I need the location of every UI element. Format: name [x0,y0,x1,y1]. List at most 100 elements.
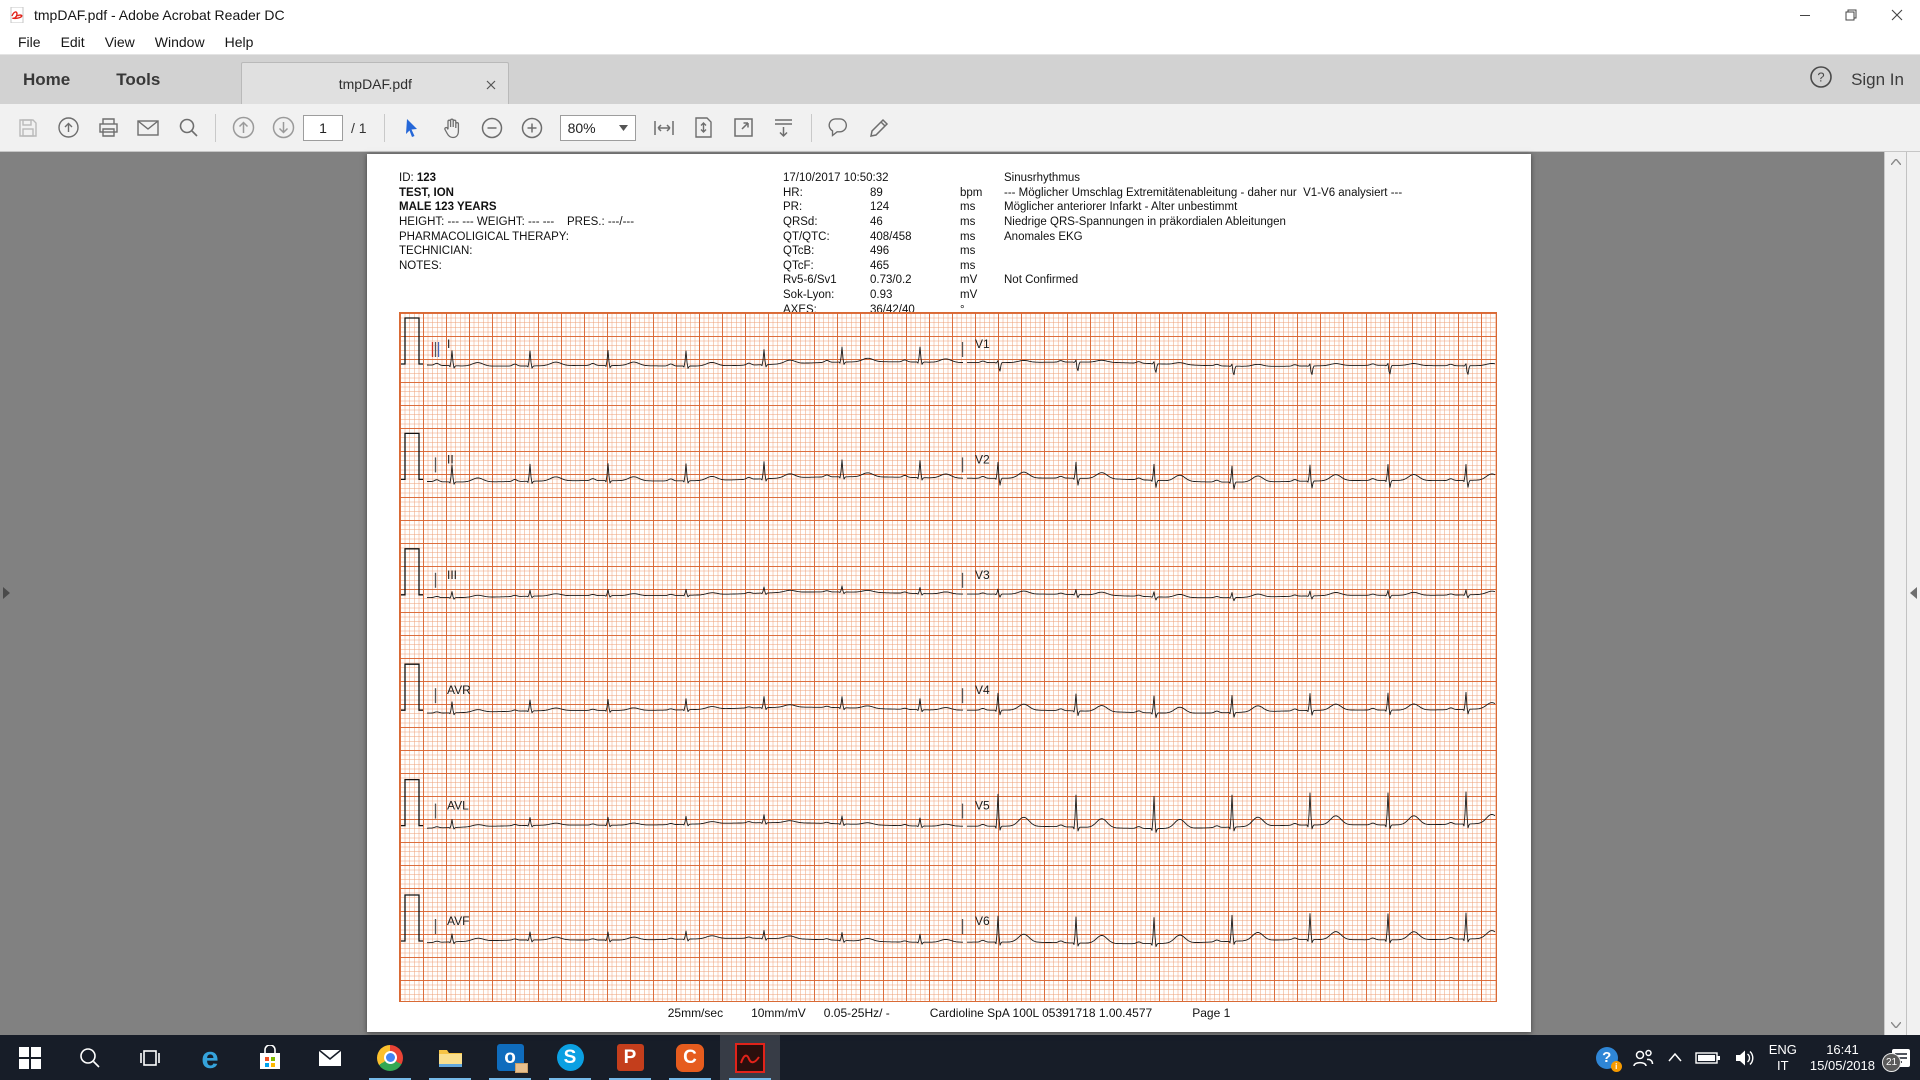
windows-logo-icon [19,1047,41,1069]
capture-app-icon: C [676,1044,704,1072]
restore-button[interactable] [1828,0,1874,29]
window-title: tmpDAF.pdf - Adobe Acrobat Reader DC [34,7,285,23]
tab-close-icon[interactable] [486,77,496,93]
scroll-down-icon[interactable] [1885,1015,1907,1035]
tab-tools[interactable]: Tools [93,55,183,104]
file-explorer-icon [437,1044,464,1071]
comment-button[interactable] [819,110,859,146]
tab-home[interactable]: Home [0,55,93,104]
lead-label: I [447,337,450,351]
language-secondary: IT [1769,1058,1797,1074]
lead-label: III [447,568,457,582]
fullscreen-button[interactable] [724,110,764,146]
tray-volume-icon[interactable] [1734,1049,1756,1067]
acquisition-datetime: 17/10/2017 10:50:32 [783,171,1003,186]
taskbar-powerpoint[interactable]: P [600,1035,660,1080]
tray-people-icon[interactable] [1631,1046,1655,1070]
taskbar-store[interactable] [240,1035,300,1080]
menu-view[interactable]: View [95,31,145,53]
menu-file[interactable]: File [8,31,51,53]
hand-tool-button[interactable] [432,110,472,146]
measurement-row: QRSd:46ms [783,215,1003,230]
notification-count-badge: 21 [1882,1053,1901,1072]
tray-chevron-up-icon[interactable] [1668,1053,1682,1062]
language-primary: ENG [1769,1042,1797,1058]
taskbar-chrome[interactable] [360,1035,420,1080]
next-page-button[interactable] [263,110,303,146]
taskbar-file-explorer[interactable] [420,1035,480,1080]
help-icon[interactable]: ? [1809,65,1833,94]
measurement-row: QTcB:496ms [783,244,1003,259]
calibration-pulse [401,549,423,595]
edge-icon: e [201,1042,218,1073]
taskbar-outlook[interactable]: o [480,1035,540,1080]
fit-page-button[interactable] [684,110,724,146]
tools-panel-toggle[interactable] [1907,582,1919,604]
upload-cloud-button[interactable] [48,110,88,146]
taskbar-capture-app[interactable]: C [660,1035,720,1080]
taskbar-search-button[interactable] [60,1035,120,1080]
taskbar-edge[interactable]: e [180,1035,240,1080]
menu-bar: File Edit View Window Help [0,29,1920,55]
calibration-pulse [401,318,423,364]
lead-label: V6 [975,914,990,928]
previous-page-button[interactable] [223,110,263,146]
chevron-down-icon [619,125,628,131]
patient-height-line: HEIGHT: --- --- WEIGHT: --- --- PRES.: -… [399,215,634,230]
save-button[interactable] [8,110,48,146]
menu-window[interactable]: Window [145,31,215,53]
action-center-button[interactable]: 21 [1888,1045,1914,1071]
close-button[interactable] [1874,0,1920,29]
powerpoint-icon: P [617,1044,644,1071]
calibration-pulse [401,895,423,941]
language-indicator[interactable]: ENG IT [1769,1042,1797,1074]
footer-device: Cardioline SpA 100L 05391718 1.00.4577 [930,1006,1152,1020]
zoom-level-dropdown[interactable]: 80% [560,115,636,141]
interpretation-line: Möglicher anteriorer Infarkt - Alter unb… [1004,200,1402,215]
toolbar-divider [384,114,385,142]
zoom-in-button[interactable] [512,110,552,146]
start-button[interactable] [0,1035,60,1080]
email-button[interactable] [128,110,168,146]
reading-mode-button[interactable] [764,110,804,146]
clock-time: 16:41 [1810,1042,1875,1058]
sign-in-button[interactable]: Sign In [1851,70,1904,90]
page-number-input[interactable] [303,115,343,141]
chrome-icon [377,1045,403,1071]
tray-battery-icon[interactable] [1695,1051,1721,1065]
taskbar-mail[interactable] [300,1035,360,1080]
lead-label: AVF [447,914,469,928]
search-icon[interactable] [168,110,208,146]
taskbar-skype[interactable]: S [540,1035,600,1080]
document-area: ID: 123 TEST, ION MALE 123 YEARS HEIGHT:… [0,152,1920,1035]
taskbar-clock[interactable]: 16:41 15/05/2018 [1810,1042,1875,1074]
task-view-button[interactable] [120,1035,180,1080]
tray-help-icon[interactable]: ? i [1596,1047,1618,1069]
print-button[interactable] [88,110,128,146]
taskbar-acrobat[interactable] [720,1035,780,1080]
page-total-label: / 1 [351,120,367,136]
mail-icon [317,1045,343,1071]
microsoft-store-icon [257,1045,283,1071]
tab-bar: Home Tools tmpDAF.pdf ? Sign In [0,55,1920,104]
zoom-out-button[interactable] [472,110,512,146]
menu-edit[interactable]: Edit [51,31,95,53]
vertical-scrollbar[interactable] [1884,152,1906,1035]
lead-label: AVL [447,799,469,813]
nav-panel-toggle[interactable] [0,582,12,604]
fit-width-button[interactable] [644,110,684,146]
confirmation-status: Not Confirmed [1004,273,1402,288]
minimize-button[interactable] [1782,0,1828,29]
select-tool-button[interactable] [392,110,432,146]
tab-document[interactable]: tmpDAF.pdf [241,62,509,104]
measurement-row: QT/QTC:408/458ms [783,230,1003,245]
ecg-plot: IV1IIV2IIIV3AVRV4AVLV5AVFV6 [399,312,1497,1002]
measurement-row: QTcF:465ms [783,259,1003,274]
scroll-up-icon[interactable] [1885,152,1907,172]
highlight-button[interactable] [859,110,899,146]
menu-help[interactable]: Help [215,31,264,53]
ecg-footer: 25mm/sec 10mm/mV 0.05-25Hz/ - Cardioline… [367,1006,1531,1020]
svg-text:?: ? [1817,70,1824,85]
title-bar: tmpDAF.pdf - Adobe Acrobat Reader DC [0,0,1920,29]
interpretation: Sinusrhythmus --- Möglicher Umschlag Ext… [1004,171,1402,288]
